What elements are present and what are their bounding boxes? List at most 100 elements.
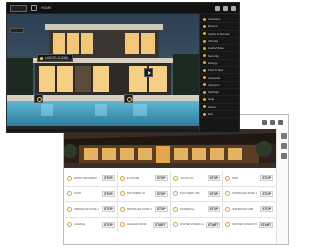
menu-item-pool[interactable]: Pool & Spa bbox=[200, 67, 239, 75]
bulb-icon bbox=[225, 222, 231, 228]
scene-button[interactable]: SPRINKLER ZONE 2 STOP bbox=[65, 202, 117, 217]
wrench-icon[interactable] bbox=[280, 153, 287, 159]
intercom-icon bbox=[203, 83, 206, 87]
bulb-icon bbox=[119, 175, 125, 181]
power-icon[interactable] bbox=[34, 94, 43, 103]
scene-button[interactable]: MASTER ZONES LANDSCAPESTART bbox=[170, 217, 223, 232]
menu-item-security[interactable]: Security bbox=[200, 52, 239, 60]
user-icon[interactable] bbox=[231, 5, 236, 11]
action-button[interactable]: STOP bbox=[102, 206, 115, 213]
side-menu: Favorites Rooms Lights & Scenes Climate … bbox=[199, 14, 239, 132]
light-side-rail bbox=[276, 129, 288, 244]
action-button[interactable]: STOP bbox=[207, 206, 221, 213]
bulb-icon bbox=[67, 222, 72, 228]
action-button[interactable]: STOP bbox=[260, 206, 273, 213]
menu-item-settings[interactable]: Settings bbox=[200, 89, 239, 97]
scene-button[interactable]: MASTER ZONES POOLSTART bbox=[223, 217, 275, 232]
scene-button[interactable]: IDLE STOP bbox=[223, 171, 275, 186]
action-button[interactable]: STOP bbox=[260, 190, 273, 197]
dark-theme-app-window: HOME LIGHTS SCENE Favorites Rooms Lights… bbox=[6, 2, 240, 133]
action-button[interactable]: STOP bbox=[102, 221, 115, 228]
pool-icon bbox=[203, 68, 206, 72]
menu-item-audio-video[interactable]: Audio/Video bbox=[200, 45, 239, 53]
menu-item-help[interactable]: Help bbox=[200, 96, 239, 104]
menu-item-exit[interactable]: Exit bbox=[200, 111, 239, 119]
action-button[interactable]: START bbox=[153, 221, 168, 228]
speaker-icon bbox=[203, 46, 206, 50]
scene-button[interactable]: SONY STOP bbox=[65, 186, 117, 201]
garage-icon bbox=[119, 222, 125, 228]
bulb-icon bbox=[67, 206, 72, 212]
monitor-icon[interactable] bbox=[215, 5, 220, 11]
home-icon[interactable] bbox=[223, 5, 228, 11]
settings-icon[interactable] bbox=[280, 143, 287, 149]
action-button[interactable]: STOP bbox=[207, 190, 221, 197]
play-icon[interactable] bbox=[144, 68, 153, 77]
scene-button-label: LIGHTS SCENE bbox=[45, 56, 69, 60]
action-button[interactable]: STOP bbox=[102, 175, 115, 182]
bulb-icon bbox=[119, 191, 125, 197]
scene-button-grid: ENTRY DRIVEWAY STOP IN HOUSE STOP LIGHTS O… bbox=[65, 171, 275, 232]
action-button[interactable]: STOP bbox=[154, 190, 168, 197]
info-icon bbox=[203, 105, 206, 109]
scene-button[interactable]: SOUTHERN 40 STOP bbox=[117, 186, 170, 201]
bulb-icon bbox=[225, 206, 231, 212]
dark-bottom-bar bbox=[7, 129, 199, 132]
scene-button[interactable]: GARAGE DOOR START bbox=[117, 217, 170, 232]
user-icon[interactable] bbox=[278, 119, 283, 125]
scene-button[interactable]: IN HOUSE STOP bbox=[117, 171, 170, 186]
menu-item-favorites[interactable]: Favorites bbox=[200, 16, 239, 24]
house-photo: LIGHTS SCENE bbox=[7, 14, 199, 132]
bulb-icon bbox=[225, 175, 231, 181]
scene-button[interactable]: WATERFEATURE STOP bbox=[223, 202, 275, 217]
home-icon[interactable] bbox=[31, 5, 37, 11]
scene-button[interactable]: GARAGE STOP bbox=[65, 217, 117, 232]
menu-item-climate[interactable]: Climate bbox=[200, 38, 239, 46]
home-icon[interactable] bbox=[270, 119, 275, 125]
scene-button[interactable]: SOUTHERN OFF STOP bbox=[170, 186, 223, 201]
action-button[interactable]: START bbox=[258, 221, 273, 228]
bulb-icon bbox=[67, 191, 72, 197]
bulb-icon bbox=[172, 175, 178, 181]
scene-button[interactable]: SPRINKLER ZONE 3 STOP bbox=[117, 202, 170, 217]
help-icon bbox=[203, 97, 206, 101]
bulb-icon bbox=[203, 32, 206, 36]
menu-icon[interactable] bbox=[280, 133, 287, 139]
exit-icon bbox=[203, 112, 206, 116]
gear-icon bbox=[203, 90, 206, 94]
shield-icon bbox=[203, 54, 206, 58]
action-button[interactable]: START bbox=[205, 221, 221, 228]
bolt-icon bbox=[203, 61, 206, 65]
scene-button[interactable]: SPRINKLER ZONE 1 STOP bbox=[223, 186, 275, 201]
camera-icon bbox=[203, 76, 206, 80]
back-button[interactable] bbox=[10, 28, 24, 33]
action-button[interactable]: STOP bbox=[154, 206, 168, 213]
menu-item-lights[interactable]: Lights & Scenes bbox=[200, 31, 239, 38]
menu-item-energy[interactable]: Energy bbox=[200, 60, 239, 68]
action-button[interactable]: STOP bbox=[154, 175, 168, 182]
bulb-icon bbox=[119, 206, 125, 212]
lights-scene-button[interactable]: LIGHTS SCENE bbox=[37, 54, 73, 62]
bulb-icon bbox=[40, 56, 43, 60]
action-button[interactable]: STOP bbox=[102, 190, 115, 197]
page-title: HOME bbox=[41, 6, 52, 10]
scene-button[interactable]: WATERFALL STOP bbox=[170, 202, 223, 217]
monitor-icon[interactable] bbox=[262, 119, 267, 125]
house-night-photo bbox=[64, 129, 276, 168]
thermometer-icon bbox=[203, 39, 206, 43]
bulb-icon bbox=[225, 191, 231, 197]
light-theme-app-window: ENTRY DRIVEWAY STOP IN HOUSE STOP LIGHTS O… bbox=[63, 114, 289, 245]
bulb-icon bbox=[172, 206, 178, 212]
scene-button[interactable]: ENTRY DRIVEWAY STOP bbox=[65, 171, 117, 186]
menu-item-rooms[interactable]: Rooms bbox=[200, 23, 239, 31]
action-button[interactable]: STOP bbox=[207, 175, 221, 182]
power-icon[interactable] bbox=[124, 94, 133, 103]
menu-item-cameras[interactable]: Cameras bbox=[200, 74, 239, 82]
menu-item-intercom[interactable]: Intercom bbox=[200, 82, 239, 89]
dark-top-bar: HOME bbox=[7, 3, 239, 14]
scene-button[interactable]: LIGHTS ON STOP bbox=[170, 171, 223, 186]
menu-item-about[interactable]: About bbox=[200, 104, 239, 111]
top-bar-actions bbox=[215, 5, 236, 11]
action-button[interactable]: STOP bbox=[260, 175, 273, 182]
star-icon bbox=[203, 17, 206, 21]
